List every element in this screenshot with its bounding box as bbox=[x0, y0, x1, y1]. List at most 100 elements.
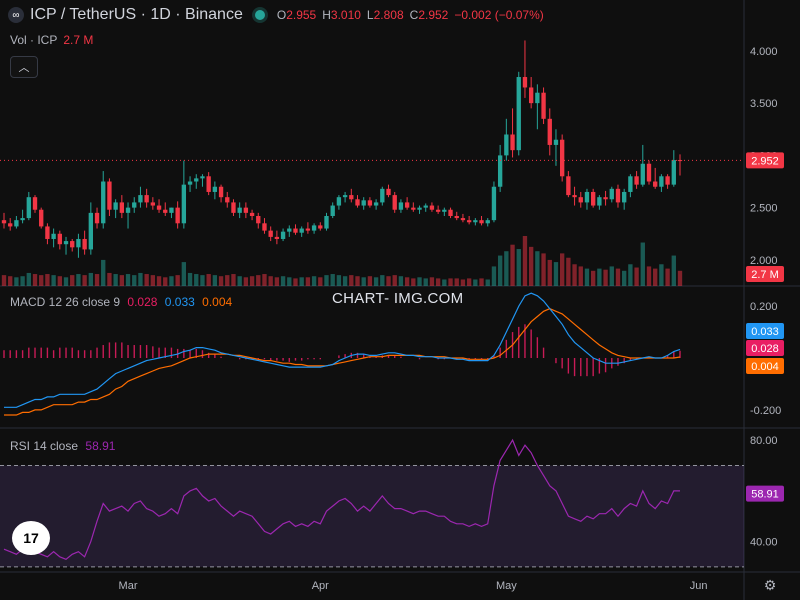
candle-body bbox=[361, 200, 366, 206]
candle-body bbox=[510, 134, 515, 151]
candle-body bbox=[367, 200, 373, 206]
volume-bar bbox=[218, 276, 224, 286]
volume-bar bbox=[243, 277, 249, 286]
price-tick-label: 3.500 bbox=[750, 98, 778, 110]
volume-bar bbox=[665, 268, 670, 286]
volume-legend: Vol · ICP 2.7 M bbox=[10, 33, 93, 47]
volume-bar bbox=[280, 276, 286, 286]
candle-body bbox=[76, 238, 81, 248]
candle-body bbox=[528, 87, 534, 104]
candle-body bbox=[212, 186, 218, 192]
candle-body bbox=[70, 241, 75, 248]
candle-body bbox=[14, 220, 19, 227]
macd-line-value: 0.033 bbox=[164, 295, 195, 309]
volume-bar bbox=[1, 275, 7, 286]
volume-bar bbox=[76, 274, 81, 286]
volume-bar bbox=[448, 278, 453, 286]
volume-bar bbox=[609, 266, 614, 286]
candle-body bbox=[194, 178, 199, 182]
volume-bar bbox=[361, 277, 366, 286]
volume-bar bbox=[603, 269, 608, 286]
candle-body bbox=[113, 202, 118, 210]
macd-line-tag: 0.033 bbox=[751, 326, 779, 338]
candle-body bbox=[516, 77, 521, 151]
candle-body bbox=[485, 220, 490, 224]
change-value: −0.002 (−0.07%) bbox=[454, 8, 544, 22]
time-tick-label: Jun bbox=[690, 580, 708, 592]
volume-bar bbox=[646, 266, 652, 286]
volume-bar bbox=[293, 278, 298, 286]
volume-bar bbox=[132, 275, 137, 286]
candle-body bbox=[156, 205, 162, 210]
macd-hist-tag: 0.028 bbox=[751, 343, 779, 355]
volume-bar bbox=[82, 275, 87, 286]
time-tick-label: May bbox=[496, 580, 517, 592]
candle-body bbox=[373, 202, 379, 206]
volume-bar bbox=[423, 278, 428, 286]
candle-body bbox=[280, 231, 286, 239]
volume-bar bbox=[466, 278, 472, 286]
rsi-band-fill bbox=[0, 465, 744, 567]
candle-body bbox=[392, 195, 397, 210]
rsi-tick-label: 40.00 bbox=[750, 537, 778, 549]
candle-body bbox=[442, 209, 447, 212]
macd-legend: MACD 12 26 close 9 0.028 0.033 0.004 bbox=[10, 295, 232, 309]
volume-bar bbox=[386, 276, 391, 286]
rsi-value: 58.91 bbox=[85, 439, 116, 453]
candle-body bbox=[665, 176, 670, 185]
collapse-legend-button[interactable]: ︿ bbox=[10, 56, 38, 78]
volume-bar bbox=[200, 275, 205, 286]
chart-header: ∞ ICP / TetherUS · 1D · Binance O2.955 H… bbox=[8, 6, 544, 24]
price-axis: 4.0003.5003.0002.5002.0000.200-0.20080.0… bbox=[750, 46, 781, 549]
volume-bar bbox=[355, 276, 360, 286]
volume-bar bbox=[429, 277, 435, 286]
volume-bar bbox=[541, 253, 546, 286]
candle-body bbox=[268, 230, 273, 237]
time-tick-label: Mar bbox=[119, 580, 138, 592]
volume-bar bbox=[367, 276, 373, 286]
candle-body bbox=[119, 202, 125, 213]
volume-bar bbox=[256, 275, 261, 286]
volume-bar bbox=[597, 268, 602, 286]
volume-bar bbox=[14, 277, 19, 286]
open-label: O bbox=[276, 8, 287, 22]
candle-body bbox=[380, 188, 385, 203]
volume-bar bbox=[566, 257, 571, 286]
candle-body bbox=[448, 209, 453, 216]
candle-body bbox=[324, 215, 329, 229]
macd-signal-value: 0.004 bbox=[202, 295, 233, 309]
close-value: 2.952 bbox=[418, 8, 449, 22]
volume-bar bbox=[373, 277, 379, 286]
candle-body bbox=[535, 92, 540, 104]
volume-bar bbox=[249, 276, 255, 286]
volume-bar bbox=[578, 266, 583, 286]
volume-bar bbox=[51, 275, 56, 286]
volume-bar bbox=[156, 276, 162, 286]
volume-bar bbox=[491, 266, 497, 286]
candle-body bbox=[274, 236, 280, 239]
candle-body bbox=[8, 223, 13, 227]
gear-icon[interactable]: ⚙ bbox=[762, 577, 778, 593]
candle-body bbox=[547, 118, 552, 145]
tradingview-logo-icon[interactable]: 17 bbox=[12, 521, 50, 555]
volume-bar bbox=[535, 251, 540, 286]
candle-body bbox=[628, 176, 633, 192]
volume-bar bbox=[584, 268, 590, 286]
macd-signal-tag: 0.004 bbox=[751, 361, 779, 373]
volume-bar bbox=[528, 246, 534, 286]
candle-body bbox=[398, 202, 404, 210]
candle-body bbox=[20, 218, 25, 221]
candle-body bbox=[460, 218, 466, 221]
candle-body bbox=[181, 184, 187, 224]
high-value: 3.010 bbox=[330, 8, 361, 22]
candle-body bbox=[622, 191, 627, 203]
volume-bar bbox=[94, 274, 100, 286]
volume-bar bbox=[504, 251, 509, 286]
volume-bar bbox=[274, 277, 280, 286]
volume-bar bbox=[187, 272, 193, 286]
volume-bar bbox=[212, 275, 218, 286]
volume-bar bbox=[398, 276, 404, 286]
volume-bar bbox=[231, 274, 236, 286]
symbol-title[interactable]: ICP / TetherUS · 1D · Binance bbox=[30, 6, 243, 24]
candle-body bbox=[231, 202, 236, 213]
